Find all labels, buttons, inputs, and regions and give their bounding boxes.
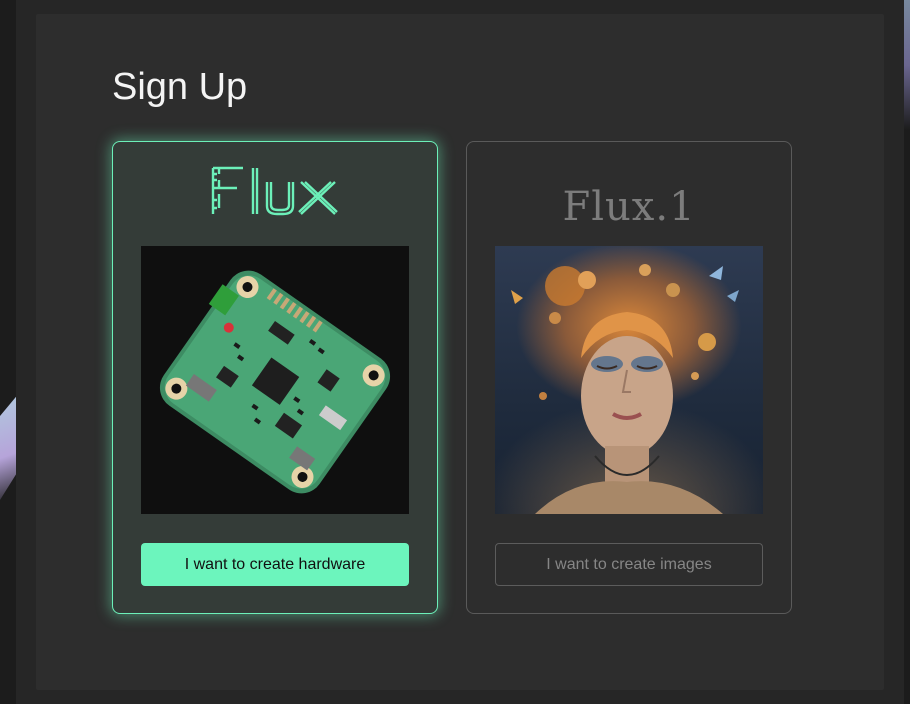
circuit-board-image — [141, 246, 409, 514]
flux-1-logo: Flux.1 — [562, 184, 696, 230]
create-images-button[interactable]: I want to create images — [495, 543, 763, 586]
hardware-option-card[interactable]: I want to create hardware — [112, 141, 438, 614]
images-option-card[interactable]: Flux.1 I want to create images — [466, 141, 792, 614]
flux-logo-icon — [211, 166, 338, 216]
flux-logo — [113, 164, 437, 223]
page-title: Sign Up — [112, 66, 248, 108]
background-left-edge — [0, 0, 16, 704]
signup-modal: Sign Up I want to create hardware Flux.1… — [36, 14, 884, 690]
create-hardware-button[interactable]: I want to create hardware — [141, 543, 409, 586]
surreal-portrait-image — [495, 246, 763, 514]
